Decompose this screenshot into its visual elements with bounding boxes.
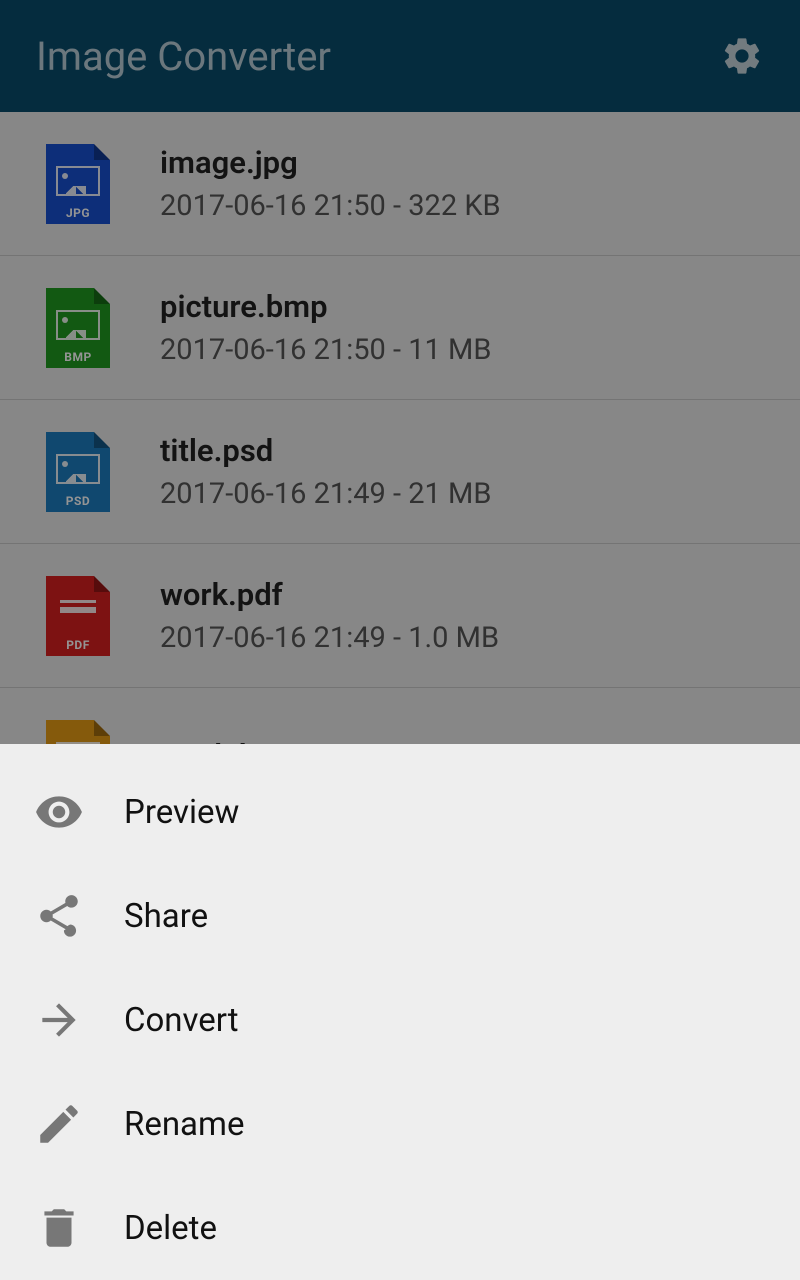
delete-button[interactable]: Delete bbox=[0, 1176, 800, 1280]
arrow-right-icon bbox=[34, 995, 84, 1045]
trash-icon bbox=[34, 1203, 84, 1253]
sheet-item-label: Rename bbox=[124, 1105, 244, 1144]
sheet-item-label: Preview bbox=[124, 793, 239, 832]
convert-button[interactable]: Convert bbox=[0, 968, 800, 1072]
bottom-sheet: Preview Share Convert Rename Delete bbox=[0, 744, 800, 1280]
pencil-icon bbox=[34, 1099, 84, 1149]
sheet-item-label: Delete bbox=[124, 1209, 217, 1248]
share-icon bbox=[34, 891, 84, 941]
share-button[interactable]: Share bbox=[0, 864, 800, 968]
preview-button[interactable]: Preview bbox=[0, 760, 800, 864]
sheet-item-label: Share bbox=[124, 897, 208, 936]
sheet-item-label: Convert bbox=[124, 1001, 239, 1040]
rename-button[interactable]: Rename bbox=[0, 1072, 800, 1176]
eye-icon bbox=[34, 787, 84, 837]
